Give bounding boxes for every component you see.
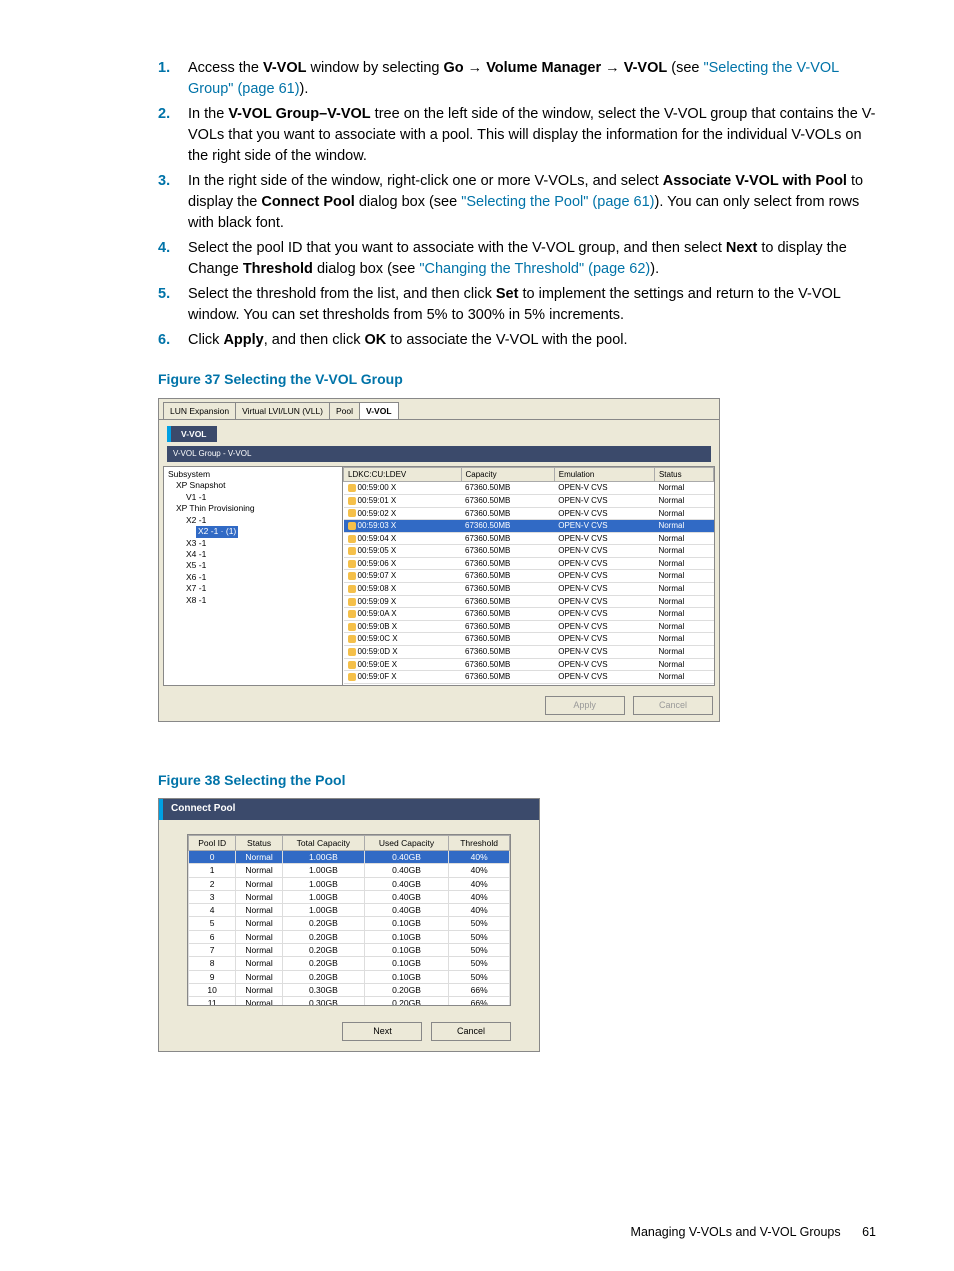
breadcrumb: V-VOL Group - V-VOL — [167, 446, 711, 462]
ldev-icon — [348, 648, 356, 656]
tree-node[interactable]: XP Thin Provisioning — [168, 503, 338, 514]
step-number: 6. — [158, 330, 188, 351]
tree-node[interactable]: X3 -1 — [168, 538, 338, 549]
pool-table[interactable]: Pool IDStatusTotal CapacityUsed Capacity… — [187, 834, 511, 1006]
tab[interactable]: Virtual LVI/LUN (VLL) — [235, 402, 330, 419]
table-row[interactable]: 00:59:0E X67360.50MBOPEN-V CVSNormal — [344, 658, 714, 671]
apply-button[interactable]: Apply — [545, 696, 625, 715]
ldev-icon — [348, 610, 356, 618]
tree-node[interactable]: XP Snapshot — [168, 480, 338, 491]
step-body: Access the V-VOL window by selecting Go … — [188, 58, 876, 100]
table-row[interactable]: 00:59:00 X67360.50MBOPEN-V CVSNormal — [344, 482, 714, 495]
table-row[interactable]: 00:59:05 X67360.50MBOPEN-V CVSNormal — [344, 545, 714, 558]
step-number: 2. — [158, 104, 188, 167]
table-row[interactable]: 00:59:04 X67360.50MBOPEN-V CVSNormal — [344, 532, 714, 545]
ldev-icon — [348, 484, 356, 492]
vvol-tab-button[interactable]: V-VOL — [167, 426, 217, 442]
table-row[interactable]: 2Normal1.00GB0.40GB40% — [189, 877, 510, 890]
tab[interactable]: V-VOL — [359, 402, 399, 419]
step-body: In the right side of the window, right-c… — [188, 171, 876, 234]
figure-37-caption: Figure 37 Selecting the V-VOL Group — [158, 369, 876, 389]
ldev-icon — [348, 572, 356, 580]
ldev-icon — [348, 635, 356, 643]
ldev-icon — [348, 535, 356, 543]
tab[interactable]: Pool — [329, 402, 360, 419]
ldev-icon — [348, 497, 356, 505]
ldev-icon — [348, 661, 356, 669]
ldev-icon — [348, 522, 356, 530]
tree-node[interactable]: X2 -1 · (1) — [168, 526, 338, 537]
tab[interactable]: LUN Expansion — [163, 402, 236, 419]
ldev-icon — [348, 547, 356, 555]
table-row[interactable]: 1Normal1.00GB0.40GB40% — [189, 864, 510, 877]
cross-reference-link[interactable]: "Selecting the Pool" (page 61) — [461, 194, 654, 210]
table-row[interactable]: 00:59:06 X67360.50MBOPEN-V CVSNormal — [344, 557, 714, 570]
figure-38-caption: Figure 38 Selecting the Pool — [158, 770, 876, 790]
ldev-icon — [348, 509, 356, 517]
table-row[interactable]: 00:59:02 X67360.50MBOPEN-V CVSNormal — [344, 507, 714, 520]
step-number: 5. — [158, 284, 188, 326]
table-row[interactable]: 00:59:09 X67360.50MBOPEN-V CVSNormal — [344, 595, 714, 608]
table-row[interactable]: 00:59:10 X67360.50MBOPEN-V CVSNormal — [344, 683, 714, 684]
tree-node[interactable]: Subsystem — [168, 469, 338, 480]
step-number: 3. — [158, 171, 188, 234]
table-row[interactable]: 00:59:03 X67360.50MBOPEN-V CVSNormal — [344, 520, 714, 533]
cancel-button[interactable]: Cancel — [633, 696, 713, 715]
cancel-button[interactable]: Cancel — [431, 1022, 511, 1041]
tree-node[interactable]: X8 -1 — [168, 595, 338, 606]
step-number: 1. — [158, 58, 188, 100]
step-body: Click Apply, and then click OK to associ… — [188, 330, 876, 351]
cross-reference-link[interactable]: "Changing the Threshold" (page 62) — [419, 261, 650, 277]
step-number: 4. — [158, 238, 188, 280]
table-row[interactable]: 9Normal0.20GB0.10GB50% — [189, 970, 510, 983]
table-row[interactable]: 8Normal0.20GB0.10GB50% — [189, 957, 510, 970]
table-row[interactable]: 0Normal1.00GB0.40GB40% — [189, 850, 510, 863]
ldev-icon — [348, 673, 356, 681]
table-row[interactable]: 6Normal0.20GB0.10GB50% — [189, 930, 510, 943]
table-row[interactable]: 3Normal1.00GB0.40GB40% — [189, 890, 510, 903]
tab-strip: LUN ExpansionVirtual LVI/LUN (VLL)PoolV-… — [159, 399, 719, 420]
dialog-title: Connect Pool — [159, 799, 539, 820]
ldev-icon — [348, 623, 356, 631]
table-row[interactable]: 00:59:0A X67360.50MBOPEN-V CVSNormal — [344, 608, 714, 621]
ldev-icon — [348, 598, 356, 606]
table-row[interactable]: 00:59:0F X67360.50MBOPEN-V CVSNormal — [344, 671, 714, 684]
table-row[interactable]: 4Normal1.00GB0.40GB40% — [189, 904, 510, 917]
vvol-group-tree[interactable]: SubsystemXP SnapshotV1 -1XP Thin Provisi… — [164, 467, 343, 685]
tree-node[interactable]: X4 -1 — [168, 549, 338, 560]
next-button[interactable]: Next — [342, 1022, 422, 1041]
table-row[interactable]: 10Normal0.30GB0.20GB66% — [189, 984, 510, 997]
step-body: Select the pool ID that you want to asso… — [188, 238, 876, 280]
vvol-grid[interactable]: LDKC:CU:LDEVCapacityEmulationStatus00:59… — [343, 467, 714, 685]
figure-38-connect-pool-dialog: Connect Pool Pool IDStatusTotal Capacity… — [158, 798, 540, 1052]
figure-37-vvol-window: LUN ExpansionVirtual LVI/LUN (VLL)PoolV-… — [158, 398, 720, 722]
table-row[interactable]: 00:59:0D X67360.50MBOPEN-V CVSNormal — [344, 646, 714, 659]
table-row[interactable]: 00:59:01 X67360.50MBOPEN-V CVSNormal — [344, 494, 714, 507]
table-row[interactable]: 00:59:08 X67360.50MBOPEN-V CVSNormal — [344, 583, 714, 596]
table-row[interactable]: 11Normal0.30GB0.20GB66% — [189, 997, 510, 1006]
tree-node[interactable]: X5 -1 — [168, 560, 338, 571]
footer-text: Managing V-VOLs and V-VOL Groups — [631, 1225, 841, 1239]
procedure-steps: 1.Access the V-VOL window by selecting G… — [158, 58, 876, 351]
step-body: In the V-VOL Group–V-VOL tree on the lef… — [188, 104, 876, 167]
tree-node[interactable]: X6 -1 — [168, 572, 338, 583]
table-row[interactable]: 00:59:0B X67360.50MBOPEN-V CVSNormal — [344, 620, 714, 633]
tree-node[interactable]: X2 -1 — [168, 515, 338, 526]
page-footer: Managing V-VOLs and V-VOL Groups 61 — [631, 1223, 876, 1241]
table-row[interactable]: 00:59:07 X67360.50MBOPEN-V CVSNormal — [344, 570, 714, 583]
tree-node[interactable]: X7 -1 — [168, 583, 338, 594]
ldev-icon — [348, 585, 356, 593]
page-number: 61 — [862, 1225, 876, 1239]
table-row[interactable]: 00:59:0C X67360.50MBOPEN-V CVSNormal — [344, 633, 714, 646]
tree-node[interactable]: V1 -1 — [168, 492, 338, 503]
step-body: Select the threshold from the list, and … — [188, 284, 876, 326]
table-row[interactable]: 7Normal0.20GB0.10GB50% — [189, 944, 510, 957]
ldev-icon — [348, 560, 356, 568]
table-row[interactable]: 5Normal0.20GB0.10GB50% — [189, 917, 510, 930]
